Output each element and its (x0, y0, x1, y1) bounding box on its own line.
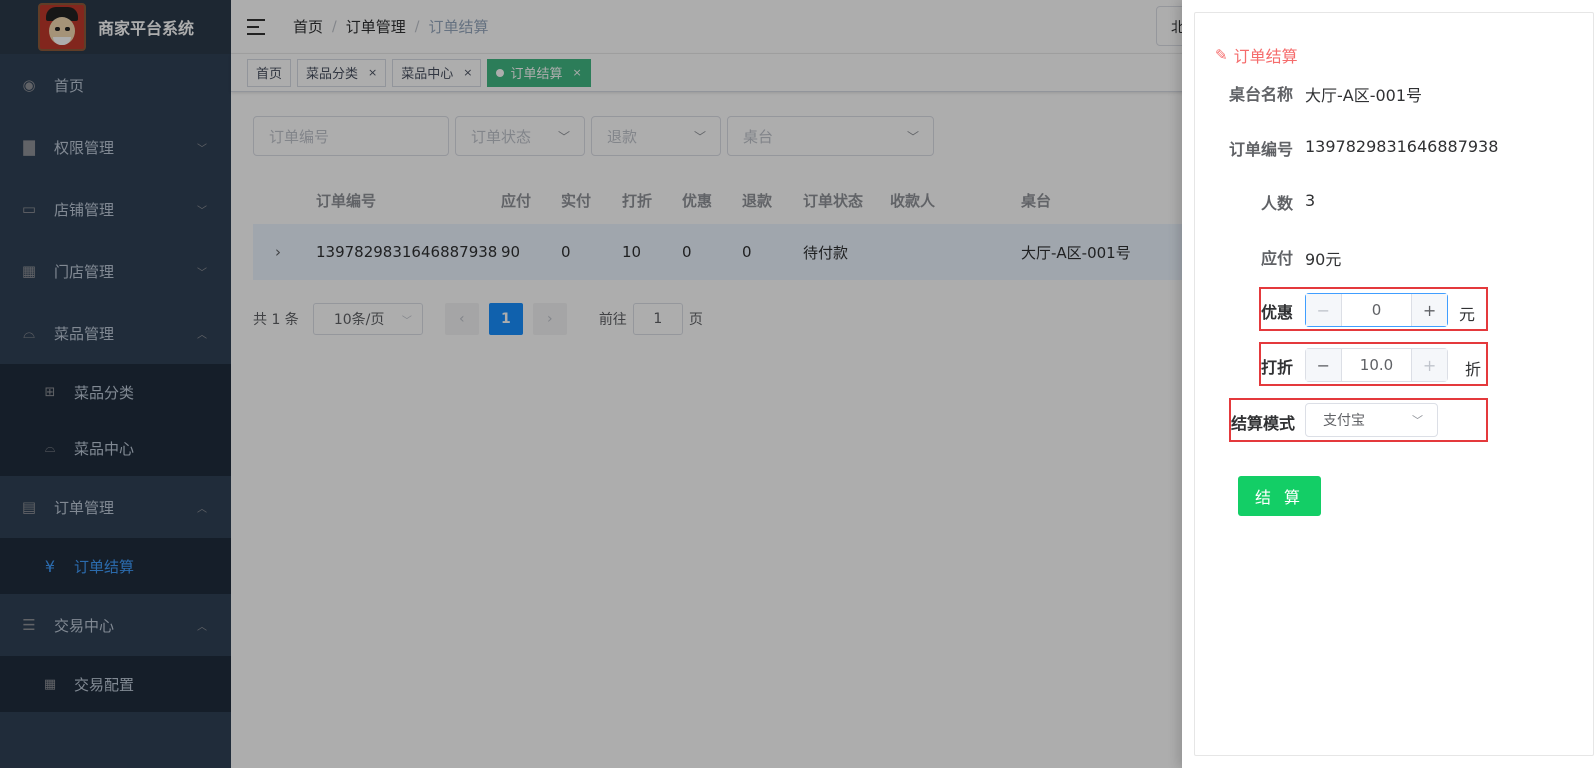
order-no-value: 1397829831646887938 (1305, 137, 1499, 156)
table-name-value: 大厅-A区-001号 (1305, 86, 1423, 105)
modal-overlay[interactable] (0, 0, 1182, 768)
table-name-label: 桌台名称 (1229, 85, 1294, 104)
payable-value: 90元 (1305, 250, 1342, 269)
coupon-stepper[interactable]: − 0 + (1305, 293, 1448, 327)
settlement-card: ✎ 订单结算 桌台名称 大厅-A区-001号 订单编号 139782983164… (1194, 12, 1594, 756)
plus-icon[interactable]: + (1411, 294, 1447, 326)
settlement-drawer: ✎ 订单结算 桌台名称 大厅-A区-001号 订单编号 139782983164… (1182, 0, 1595, 768)
discount-label: 打折 (1261, 358, 1294, 377)
mode-label: 结算模式 (1231, 414, 1296, 433)
edit-icon: ✎ (1215, 46, 1228, 64)
payable-label: 应付 (1260, 249, 1293, 268)
payment-mode-select[interactable]: 支付宝 ﹀ (1305, 403, 1438, 437)
people-label: 人数 (1260, 194, 1293, 213)
coupon-label: 优惠 (1261, 303, 1294, 322)
people-value: 3 (1305, 191, 1316, 210)
discount-unit: 折 (1465, 360, 1482, 379)
discount-stepper[interactable]: − 10.0 + (1305, 348, 1448, 382)
minus-icon[interactable]: − (1306, 294, 1342, 326)
drawer-title: ✎ 订单结算 (1215, 46, 1298, 66)
discount-input[interactable]: 10.0 (1342, 349, 1412, 381)
order-no-label: 订单编号 (1229, 140, 1294, 159)
minus-icon[interactable]: − (1306, 349, 1342, 381)
settle-button[interactable]: 结 算 (1238, 476, 1321, 516)
coupon-input[interactable]: 0 (1342, 294, 1412, 326)
coupon-unit: 元 (1459, 305, 1476, 324)
chevron-down-icon: ﹀ (1412, 414, 1423, 427)
plus-icon[interactable]: + (1411, 349, 1447, 381)
